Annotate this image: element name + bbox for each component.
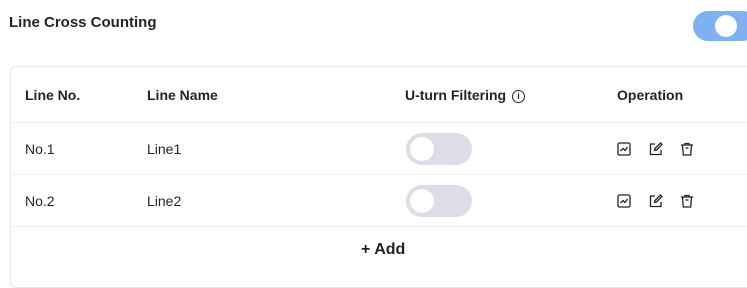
header-line-no: Line No. [25,86,81,103]
table-row: No.2 Line2 [11,175,747,227]
row-line-name: Line2 [147,192,182,209]
info-icon[interactable]: i [512,89,525,103]
section-title: Line Cross Counting [9,14,157,31]
delete-icon[interactable] [679,141,695,157]
row-line-name: Line1 [147,140,182,157]
header-uturn-filtering: U-turn Filtering i [405,87,525,103]
header-line-name: Line Name [147,86,218,103]
chart-icon[interactable] [616,193,632,209]
header-operation: Operation [617,86,684,103]
edit-icon[interactable] [648,193,664,209]
edit-icon[interactable] [648,141,664,157]
toggle-knob [410,136,434,161]
row-line-no: No.2 [25,192,55,209]
table-row: No.1 Line1 [11,123,747,175]
chart-icon[interactable] [616,141,632,157]
table-header-row: Line No. Line Name U-turn Filtering i Op… [11,67,747,123]
toggle-knob [410,188,434,213]
lines-table: Line No. Line Name U-turn Filtering i Op… [10,66,747,288]
row-line-no: No.1 [25,140,55,157]
uturn-toggle[interactable] [406,184,472,217]
header-uturn-label: U-turn Filtering [405,86,507,103]
uturn-toggle[interactable] [406,132,472,165]
add-line-button[interactable]: + Add [361,241,405,259]
delete-icon[interactable] [679,193,695,209]
line-cross-counting-toggle[interactable] [693,11,747,41]
add-row: + Add [11,227,747,277]
toggle-knob [715,15,737,37]
